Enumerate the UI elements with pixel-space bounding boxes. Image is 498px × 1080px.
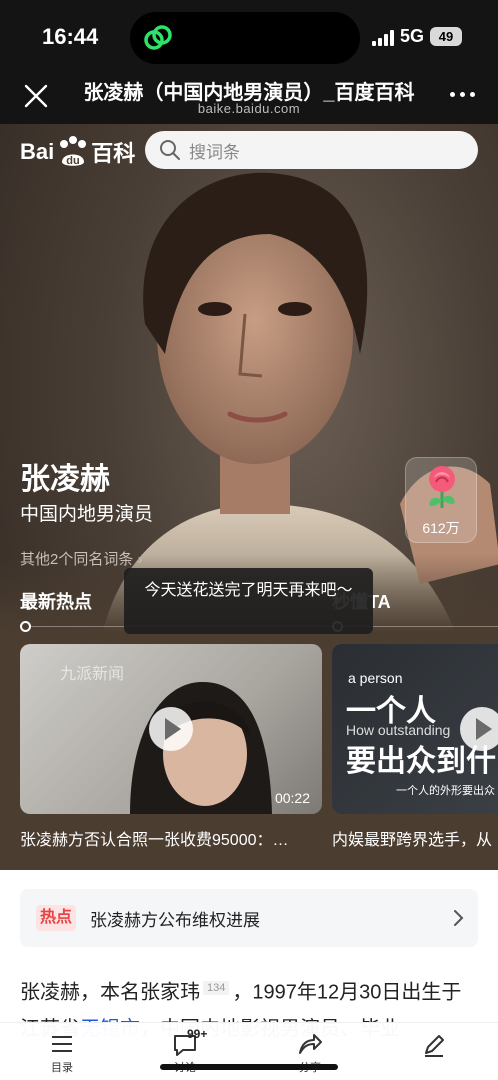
- edit-button[interactable]: [404, 1031, 464, 1059]
- video-title: 内娱最野跨界选手，从: [332, 832, 493, 849]
- share-icon: [299, 1034, 322, 1054]
- close-icon[interactable]: [22, 82, 50, 110]
- status-bar: 16:44 5G 49: [0, 0, 498, 74]
- send-flower-button[interactable]: 612万: [405, 457, 477, 543]
- list-icon: [52, 1036, 72, 1052]
- same-name-entries-link[interactable]: 其他2个同名词条 ›: [20, 548, 143, 569]
- search-placeholder: 搜词条: [189, 142, 240, 162]
- hot-badge: 热点: [36, 905, 77, 931]
- tab-latest-hot[interactable]: 最新热点: [20, 588, 92, 614]
- bottom-toolbar: 目录 99+ 讨论 分享: [0, 1022, 498, 1080]
- watermark: 九派新闻: [60, 666, 125, 683]
- catalog-label: 目录: [51, 1062, 73, 1074]
- overlay-text: a person: [348, 670, 403, 686]
- search-input[interactable]: 搜词条: [145, 131, 478, 169]
- edit-icon: [425, 1035, 444, 1057]
- toast-message: 今天送花送完了明天再来吧～: [124, 568, 373, 634]
- home-indicator[interactable]: [160, 1064, 338, 1070]
- browser-nav-bar: 张凌赫（中国内地男演员）_百度百科 baike.baidu.com: [0, 74, 498, 124]
- logo-text-right: 百科: [91, 141, 136, 166]
- dynamic-island[interactable]: [130, 12, 360, 64]
- overlay-text: 一个人的外形要出众: [396, 785, 495, 797]
- citation-ref[interactable]: 134: [203, 981, 230, 995]
- video-thumbnail: 九派新闻 00:22: [20, 644, 322, 814]
- paw-icon: du: [60, 136, 87, 167]
- baidu-baike-logo[interactable]: Bai du 百科: [20, 132, 135, 172]
- link-app-icon: [144, 25, 172, 50]
- hot-news-text: 张凌赫方公布维权进展: [90, 911, 260, 930]
- video-duration: 00:22: [274, 790, 310, 806]
- svg-text:du: du: [67, 155, 80, 167]
- battery-icon: 49: [430, 27, 462, 46]
- catalog-button[interactable]: 目录: [32, 1031, 92, 1075]
- chevron-right-icon: [454, 910, 464, 926]
- signal-icon: [372, 30, 394, 46]
- rose-icon: [429, 466, 455, 508]
- entry-description: 中国内地男演员: [20, 504, 154, 525]
- search-icon: [160, 140, 180, 160]
- page-url: baike.baidu.com: [197, 101, 301, 116]
- more-options-icon[interactable]: [450, 92, 476, 100]
- video-list: 九派新闻 00:22 张凌赫方否认合照一张收费95000：… a person …: [20, 644, 498, 864]
- tab-dot: [20, 621, 31, 632]
- status-time: 16:44: [42, 24, 99, 49]
- network-type: 5G: [400, 26, 425, 46]
- video-thumbnail: a person 一个人 How outstanding 要出众到什 一个人的外…: [332, 644, 498, 814]
- hero-section: Bai du 百科 搜词条 张凌赫 中国内地男演员 其他2个同名词条 › 612…: [0, 124, 498, 870]
- logo-text-left: Bai: [20, 139, 55, 164]
- comment-count-badge: 99+: [187, 1027, 208, 1041]
- play-icon[interactable]: [149, 707, 193, 751]
- entry-title: 张凌赫: [20, 463, 110, 496]
- hot-news-bar[interactable]: 热点 张凌赫方公布维权进展: [20, 889, 478, 947]
- intro-text: 张凌赫，本名张家玮: [20, 981, 200, 1004]
- flower-count: 612万: [422, 520, 460, 536]
- play-icon[interactable]: [460, 707, 498, 751]
- video-title: 张凌赫方否认合照一张收费95000：…: [20, 832, 289, 849]
